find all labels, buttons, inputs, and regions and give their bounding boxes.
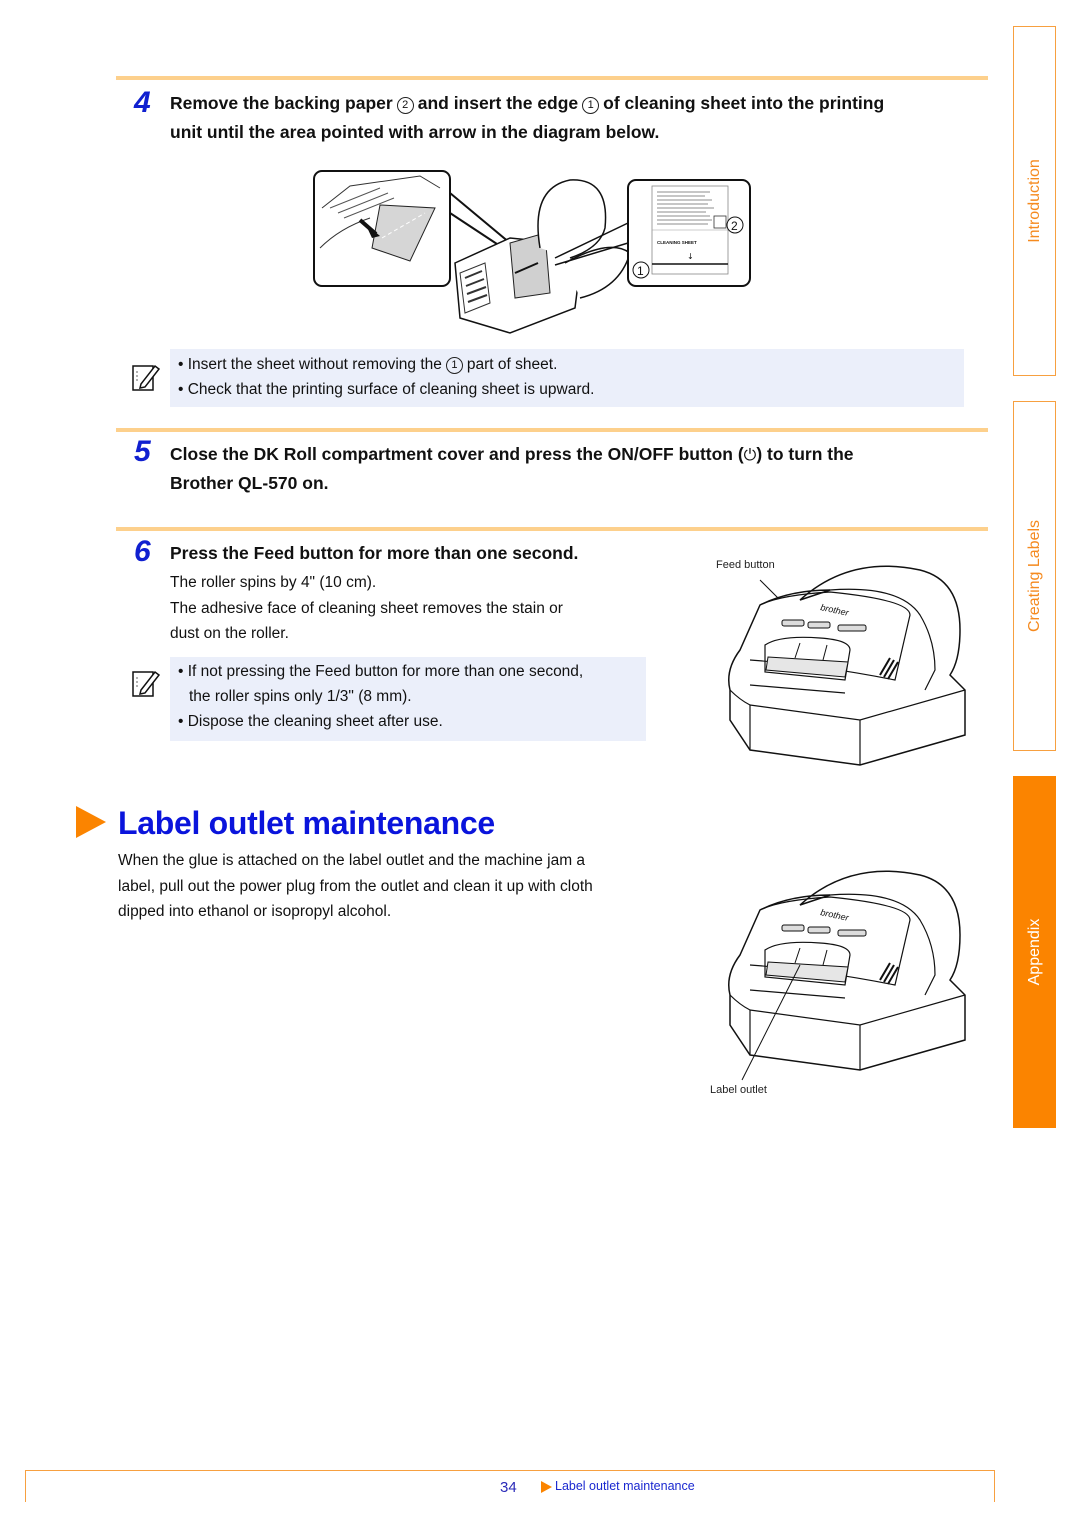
circle-marker-1-label: 1 [637, 264, 644, 278]
note-item: the roller spins only 1/3" (8 mm). [189, 688, 412, 705]
note-text: part of sheet. [466, 356, 558, 373]
section-paragraph: When the glue is attached on the label o… [118, 848, 593, 925]
note-text: • Insert the sheet without removing the [178, 356, 442, 373]
step-6-body: The roller spins by 4" (10 cm). The adhe… [170, 570, 563, 647]
step-number-4: 4 [134, 86, 151, 119]
step-number-5: 5 [134, 435, 151, 468]
circled-number: 1 [445, 357, 463, 374]
step-5-text-b: ) to turn the [756, 444, 854, 464]
note-item: • Check that the printing surface of cle… [178, 381, 595, 398]
circled-number: 2 [396, 97, 414, 114]
footer-triangle-icon [541, 1481, 552, 1493]
step-number-6: 6 [134, 535, 151, 568]
step-4-text: Remove the backing paper 2 and insert the … [170, 89, 884, 147]
footer-section-link[interactable]: Label outlet maintenance [555, 1479, 695, 1493]
page-number: 34 [500, 1479, 517, 1496]
section-paragraph-line: When the glue is attached on the label o… [118, 852, 586, 869]
step-5-text-a: Close the DK Roll compartment cover and … [170, 444, 744, 464]
side-tab-label: Creating Labels [1025, 519, 1043, 633]
section-heading: Label outlet maintenance [118, 805, 495, 841]
note-pencil-icon [132, 670, 161, 697]
note-item: • If not pressing the Feed button for mo… [178, 663, 584, 680]
label-outlet-caption: Label outlet [710, 1084, 767, 1096]
step-4-text-b: and insert the edge [417, 93, 579, 113]
note-item: • Dispose the cleaning sheet after use. [178, 713, 443, 730]
step-6-body-line: The adhesive face of cleaning sheet remo… [170, 599, 563, 617]
step-divider [116, 527, 988, 531]
side-tab-label: Introduction [1025, 159, 1043, 243]
step-6-title: Press the Feed button for more than one … [170, 543, 579, 563]
step-divider [116, 428, 988, 432]
section-paragraph-line: dipped into ethanol or isopropyl alcohol… [118, 903, 392, 920]
circled-number: 1 [582, 97, 600, 114]
side-tab-creating-labels[interactable]: Creating Labels [1013, 401, 1056, 751]
step-5-text-line2: Brother QL-570 on. [170, 473, 329, 493]
side-tab-appendix[interactable]: Appendix [1013, 776, 1056, 1128]
step-6-body-line: The roller spins by 4" (10 cm). [170, 574, 377, 591]
cleaning-sheet-label: CLEANING SHEET [657, 240, 697, 245]
step-4-text-c: of cleaning sheet into the printing [603, 93, 885, 113]
side-tab-label: Appendix [1025, 918, 1043, 986]
printer-label-outlet-illustration: brother [728, 870, 966, 1081]
step-4-text-line2: unit until the area pointed with arrow i… [170, 122, 660, 142]
cleaning-sheet-insertion-illustration: CLEANING SHEET ↓ 2 1 [313, 170, 751, 334]
note-box-step-6: • If not pressing the Feed button for mo… [170, 657, 646, 741]
note-box-step-4: • Insert the sheet without removing the 1… [170, 349, 964, 407]
power-icon: ⏻ [743, 445, 757, 464]
section-triangle-icon [76, 806, 106, 838]
step-divider [116, 76, 988, 80]
side-tab-introduction[interactable]: Introduction [1013, 26, 1056, 376]
note-item: • Insert the sheet without removing the 1… [178, 352, 964, 377]
printer-feed-button-illustration: brother [728, 565, 966, 766]
step-5-text: Close the DK Roll compartment cover and … [170, 440, 854, 498]
down-arrow-icon: ↓ [687, 252, 694, 261]
circle-marker-2-label: 2 [731, 219, 738, 233]
note-pencil-icon [132, 364, 161, 391]
section-paragraph-line: label, pull out the power plug from the … [118, 877, 593, 895]
step-4-text-a: Remove the backing paper [170, 93, 393, 113]
step-6-body-line: dust on the roller. [170, 625, 289, 642]
